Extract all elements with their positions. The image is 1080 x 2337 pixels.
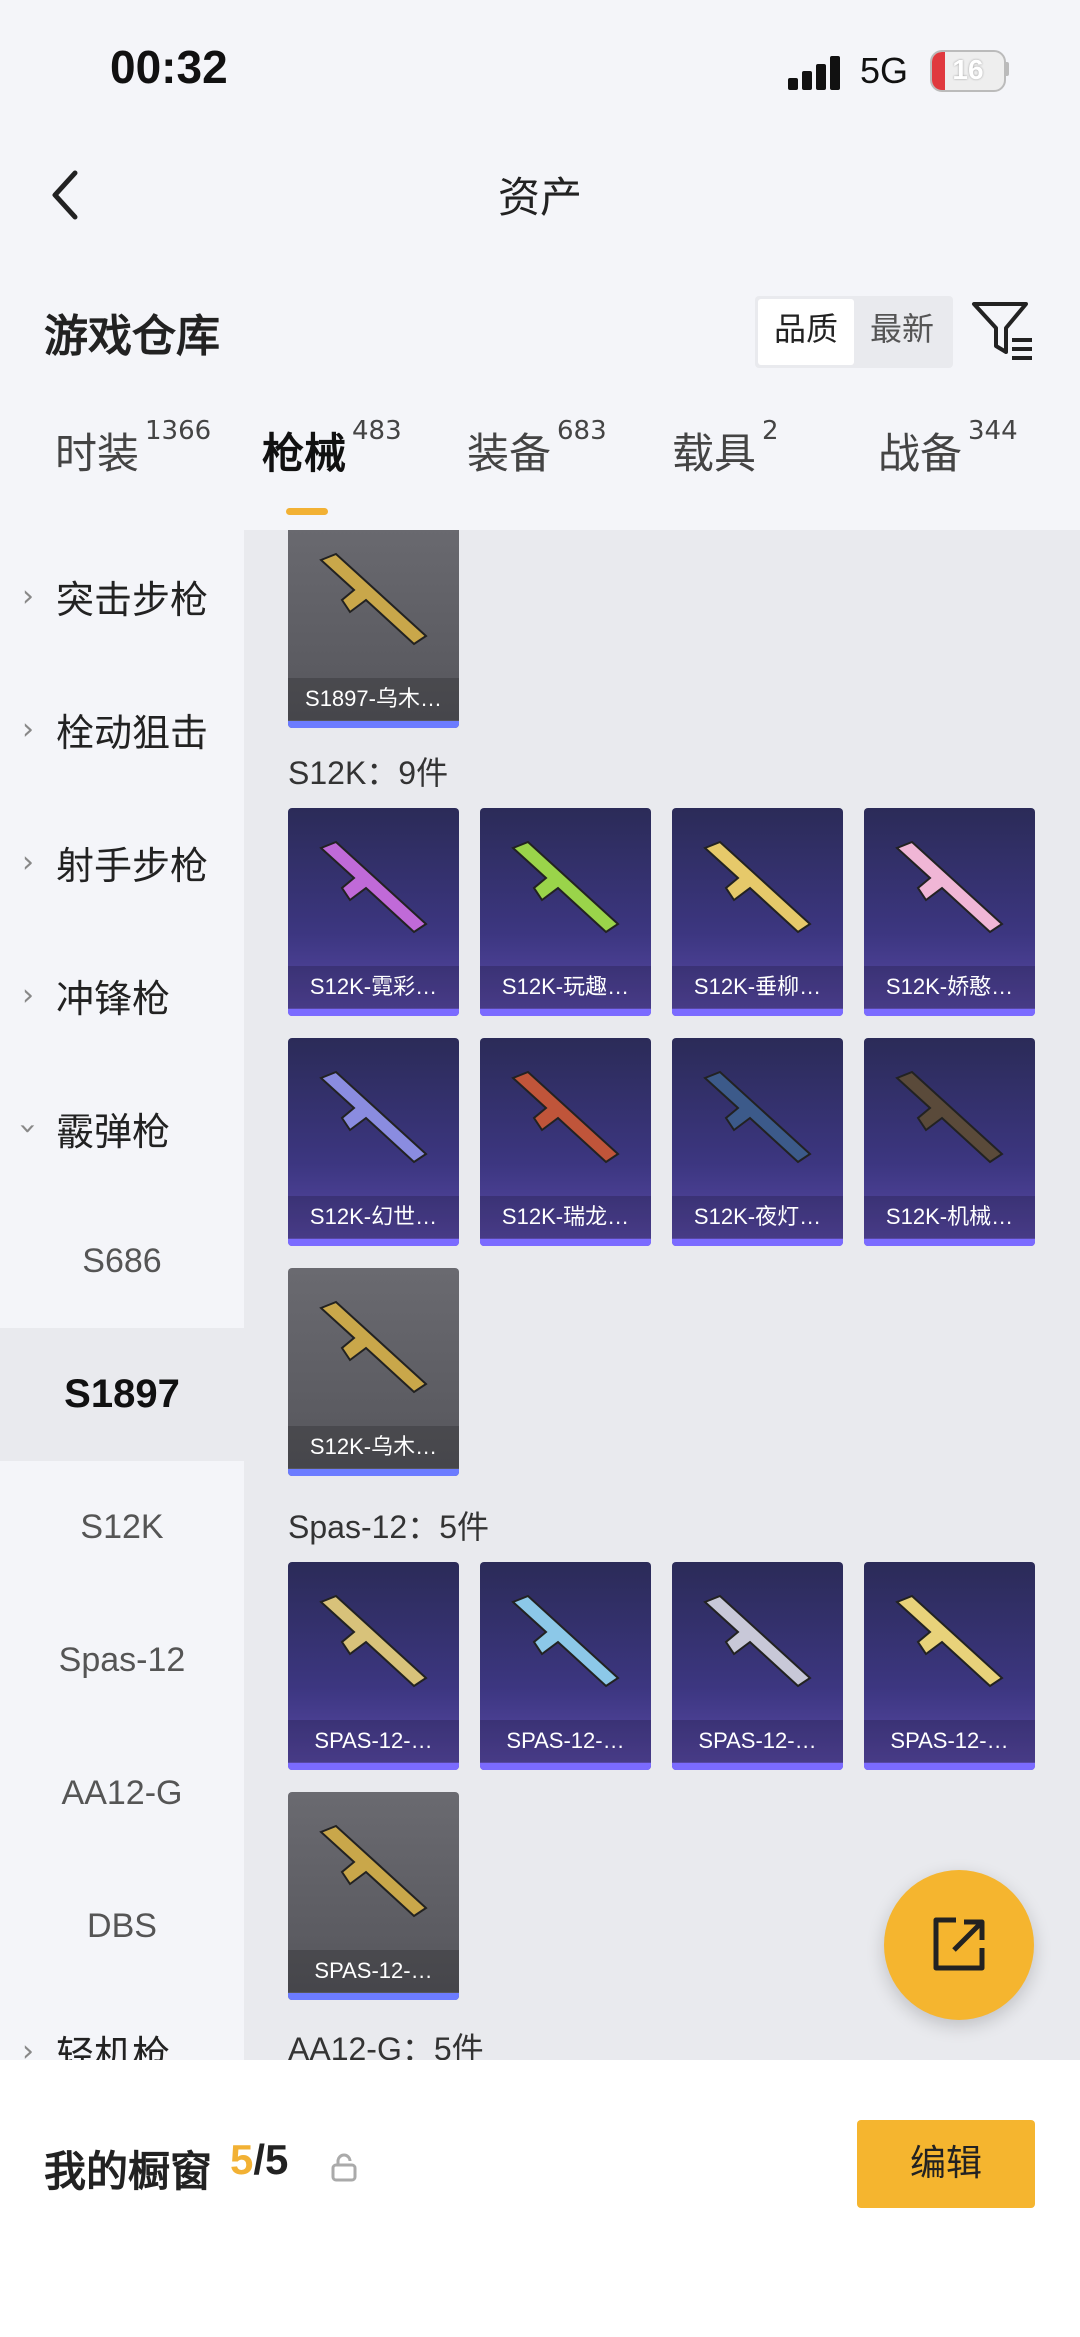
- sidebar-sub-dbs[interactable]: DBS: [0, 1860, 244, 1993]
- item-card[interactable]: S1897-乌木…: [288, 530, 459, 728]
- item-card[interactable]: S12K-娇憨…: [864, 808, 1035, 1016]
- item-card[interactable]: SPAS-12-…: [864, 1562, 1035, 1770]
- section-title: 游戏仓库: [44, 311, 220, 362]
- sort-quality-button[interactable]: 品质: [758, 299, 855, 365]
- share-button[interactable]: [884, 1870, 1034, 2020]
- item-name: S12K-霓彩…: [288, 966, 459, 1008]
- item-name: S12K-瑞龙…: [480, 1196, 651, 1238]
- sidebar-item-marksman-rifle[interactable]: › 射手步枪: [0, 796, 244, 929]
- shotgun-icon: [703, 840, 812, 934]
- share-icon: [933, 1917, 985, 1971]
- item-name: S12K-乌木…: [288, 1426, 459, 1468]
- sidebar-sub-s1897[interactable]: S1897: [0, 1328, 244, 1461]
- sidebar-sub-s686[interactable]: S686: [0, 1195, 244, 1328]
- shotgun-icon: [319, 840, 428, 934]
- chevron-right-icon: ›: [22, 579, 34, 614]
- lock-icon: [331, 2153, 357, 2182]
- shotgun-icon: [895, 840, 1004, 934]
- item-card[interactable]: S12K-乌木…: [288, 1268, 459, 1476]
- item-name: S12K-机械…: [864, 1196, 1035, 1238]
- item-name: S12K-娇憨…: [864, 966, 1035, 1008]
- sidebar-sub-spas12[interactable]: Spas-12: [0, 1594, 244, 1727]
- tab-vehicles[interactable]: 载具 2: [672, 416, 779, 481]
- sidebar-item-smg[interactable]: › 冲锋枪: [0, 929, 244, 1062]
- battery-icon: 16: [930, 50, 1006, 92]
- item-card[interactable]: S12K-瑞龙…: [480, 1038, 651, 1246]
- shotgun-icon: [895, 1070, 1004, 1164]
- sidebar-item-lmg[interactable]: › 轻机枪: [0, 1985, 244, 2060]
- signal-icon: [788, 56, 844, 90]
- sidebar-item-assault-rifle[interactable]: › 突击步枪: [0, 530, 244, 663]
- item-card[interactable]: S12K-机械…: [864, 1038, 1035, 1246]
- item-card[interactable]: SPAS-12-…: [480, 1562, 651, 1770]
- shotgun-icon: [511, 840, 620, 934]
- chevron-right-icon: ›: [22, 845, 34, 880]
- shotgun-icon: [511, 1070, 620, 1164]
- category-tabs: 时装 1366 枪械 483 装备 683 载具 2 战备 344: [0, 416, 1080, 520]
- shotgun-icon: [703, 1594, 812, 1688]
- item-name: SPAS-12-…: [864, 1720, 1035, 1762]
- shotgun-icon: [319, 1070, 428, 1164]
- item-card[interactable]: S12K-夜灯…: [672, 1038, 843, 1246]
- chevron-right-icon: ›: [22, 978, 34, 1013]
- tab-equipment[interactable]: 装备 683: [467, 416, 607, 481]
- status-time: 00:32: [110, 41, 228, 93]
- sidebar-item-shotgun[interactable]: › 霰弹枪: [0, 1062, 244, 1195]
- filter-button[interactable]: [968, 296, 1038, 366]
- item-name: S12K-垂柳…: [672, 966, 843, 1008]
- shotgun-icon: [895, 1594, 1004, 1688]
- item-card[interactable]: S12K-霓彩…: [288, 808, 459, 1016]
- sidebar-sub-aa12g[interactable]: AA12-G: [0, 1727, 244, 1860]
- showcase-count: 5/5: [230, 2136, 289, 2183]
- tab-fashion[interactable]: 时装 1366: [55, 416, 211, 481]
- status-bar: 00:32 5G 16: [0, 0, 1080, 140]
- group-title: AA12-G：5件: [288, 2031, 484, 2060]
- sort-latest-button[interactable]: 最新: [854, 299, 950, 365]
- item-name: S12K-玩趣…: [480, 966, 651, 1008]
- item-name: SPAS-12-…: [672, 1720, 843, 1762]
- battery-tip: [1004, 62, 1009, 76]
- sort-toggle: 品质 最新: [755, 296, 954, 368]
- edit-button[interactable]: 编辑: [857, 2120, 1035, 2208]
- item-name: S1897-乌木…: [288, 678, 459, 720]
- item-card[interactable]: S12K-玩趣…: [480, 808, 651, 1016]
- item-card[interactable]: S12K-垂柳…: [672, 808, 843, 1016]
- item-card[interactable]: SPAS-12-…: [672, 1562, 843, 1770]
- shotgun-icon: [703, 1070, 812, 1164]
- network-type: 5G: [860, 50, 909, 91]
- showcase-label: 我的橱窗: [44, 2147, 213, 2196]
- group-title: S12K：9件: [288, 755, 449, 791]
- chevron-right-icon: ›: [22, 2034, 34, 2060]
- item-name: SPAS-12-…: [480, 1720, 651, 1762]
- item-name: S12K-夜灯…: [672, 1196, 843, 1238]
- item-card[interactable]: SPAS-12-…: [288, 1792, 459, 2000]
- shotgun-icon: [319, 1300, 428, 1394]
- filter-icon: [972, 302, 1032, 360]
- item-name: SPAS-12-…: [288, 1720, 459, 1762]
- item-grid: S1897-乌木… S12K：9件 S12K-霓彩… S12K-玩趣… S12K…: [244, 530, 1080, 2060]
- category-sidebar: › 突击步枪 › 栓动狙击 › 射手步枪 › 冲锋枪 › 霰弹枪 S686 S1897 S…: [0, 530, 244, 2060]
- shotgun-icon: [511, 1594, 620, 1688]
- group-title: Spas-12：5件: [288, 1509, 489, 1545]
- nav-bar: 资产: [0, 140, 1080, 250]
- battery-level: 16: [952, 54, 984, 85]
- shotgun-icon: [319, 1824, 428, 1918]
- item-card[interactable]: SPAS-12-…: [288, 1562, 459, 1770]
- tab-active-indicator: [286, 508, 328, 515]
- section-header: 游戏仓库 品质 最新: [0, 260, 1080, 400]
- sidebar-sub-s12k[interactable]: S12K: [0, 1461, 244, 1594]
- chevron-right-icon: ›: [22, 712, 34, 747]
- showcase-footer: 我的橱窗 5/5 编辑: [0, 2060, 1080, 2337]
- tab-guns[interactable]: 枪械 483: [262, 416, 402, 481]
- page-title: 资产: [497, 173, 582, 222]
- shotgun-icon: [319, 1594, 428, 1688]
- tab-supplies[interactable]: 战备 344: [878, 416, 1018, 481]
- item-name: SPAS-12-…: [288, 1950, 459, 1992]
- chevron-down-icon: ›: [10, 1122, 46, 1135]
- shotgun-icon: [319, 552, 428, 646]
- item-card[interactable]: S12K-幻世…: [288, 1038, 459, 1246]
- sidebar-item-bolt-sniper[interactable]: › 栓动狙击: [0, 663, 244, 796]
- item-name: S12K-幻世…: [288, 1196, 459, 1238]
